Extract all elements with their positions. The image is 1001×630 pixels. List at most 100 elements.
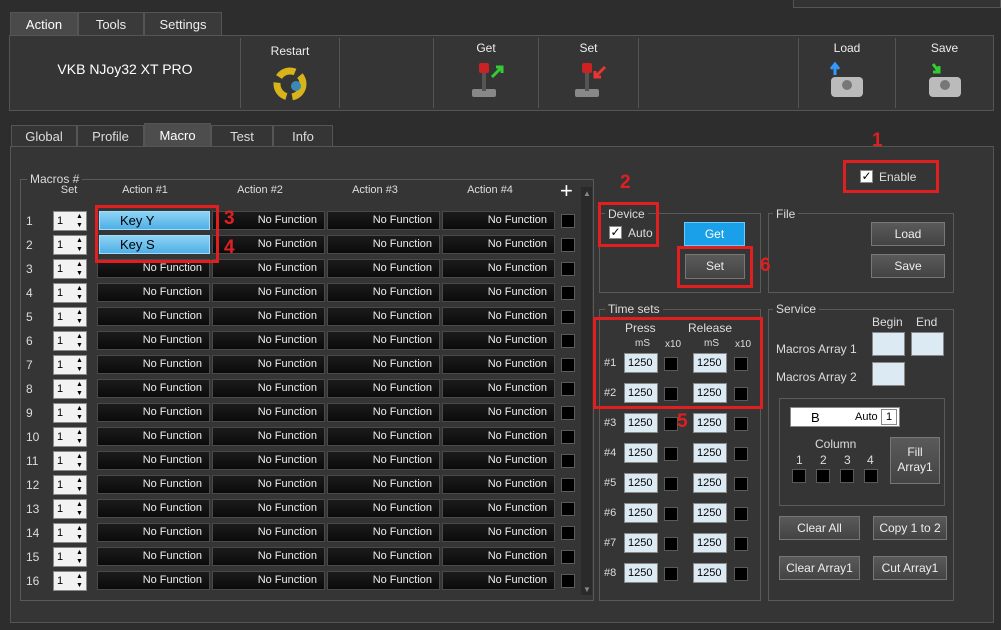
spin-down-icon[interactable]: ▼ [75,246,84,254]
macro-action-3-button[interactable]: No Function [327,355,440,374]
tab-global[interactable]: Global [11,125,77,147]
press-time-input[interactable]: 1250 [624,503,658,523]
macro-row-checkbox[interactable] [561,262,575,276]
macro-action-3-button[interactable]: No Function [327,211,440,230]
array2-begin-field[interactable] [872,362,905,386]
macro-set-spinner[interactable]: 1 ▲ ▼ [53,475,87,495]
macro-row-checkbox[interactable] [561,430,575,444]
macro-action-3-button[interactable]: No Function [327,307,440,326]
macro-action-2-button[interactable]: No Function [212,259,325,278]
macro-set-spinner[interactable]: 1 ▲ ▼ [53,211,87,231]
macro-row-checkbox[interactable] [561,550,575,564]
spin-up-icon[interactable]: ▲ [75,573,84,581]
spin-down-icon[interactable]: ▼ [75,270,84,278]
column-3-checkbox[interactable] [840,469,854,483]
macro-row-checkbox[interactable] [561,334,575,348]
tab-settings[interactable]: Settings [144,12,222,36]
macro-action-4-button[interactable]: No Function [442,283,555,302]
macro-action-1-button[interactable]: No Function [97,571,210,590]
macro-action-3-button[interactable]: No Function [327,259,440,278]
add-macro-button[interactable]: + [560,180,573,202]
macro-action-3-button[interactable]: No Function [327,547,440,566]
macro-action-1-button[interactable]: No Function [97,379,210,398]
release-time-input[interactable]: 1250 [693,413,727,433]
macro-action-3-button[interactable]: No Function [327,571,440,590]
spin-up-icon[interactable]: ▲ [75,333,84,341]
macro-action-3-button[interactable]: No Function [327,379,440,398]
macro-action-2-button[interactable]: No Function [212,499,325,518]
macro-action-3-button[interactable]: No Function [327,283,440,302]
set-joystick-icon[interactable] [569,61,609,99]
spin-down-icon[interactable]: ▼ [75,342,84,350]
macro-set-spinner[interactable]: 1 ▲ ▼ [53,307,87,327]
macro-action-3-button[interactable]: No Function [327,451,440,470]
macro-row-checkbox[interactable] [561,286,575,300]
macro-set-spinner[interactable]: 1 ▲ ▼ [53,547,87,567]
spin-up-icon[interactable]: ▲ [75,549,84,557]
macros-scrollbar[interactable] [581,187,592,595]
spin-up-icon[interactable]: ▲ [75,381,84,389]
macro-row-checkbox[interactable] [561,526,575,540]
macro-action-2-button[interactable]: No Function [212,355,325,374]
press-x10-checkbox[interactable] [664,567,678,581]
clear-all-button[interactable]: Clear All [779,516,860,540]
macro-set-spinner[interactable]: 1 ▲ ▼ [53,355,87,375]
press-time-input[interactable]: 1250 [624,443,658,463]
spin-up-icon[interactable]: ▲ [75,237,84,245]
spin-down-icon[interactable]: ▼ [75,438,84,446]
cut-array1-button[interactable]: Cut Array1 [873,556,947,580]
macro-action-4-button[interactable]: No Function [442,523,555,542]
macro-action-3-button[interactable]: No Function [327,235,440,254]
load-disk-icon[interactable] [827,61,867,99]
macro-action-1-button[interactable]: No Function [97,523,210,542]
macro-set-spinner[interactable]: 1 ▲ ▼ [53,451,87,471]
spin-up-icon[interactable]: ▲ [75,213,84,221]
macro-action-3-button[interactable]: No Function [327,499,440,518]
spin-down-icon[interactable]: ▼ [75,414,84,422]
spin-up-icon[interactable]: ▲ [75,477,84,485]
macro-action-4-button[interactable]: No Function [442,571,555,590]
restart-icon[interactable] [270,64,310,102]
macro-row-checkbox[interactable] [561,574,575,588]
macro-action-4-button[interactable]: No Function [442,499,555,518]
get-joystick-icon[interactable] [466,61,506,99]
macro-row-checkbox[interactable] [561,454,575,468]
spin-down-icon[interactable]: ▼ [75,558,84,566]
set-section[interactable]: Set [539,38,639,108]
macro-action-3-button[interactable]: No Function [327,427,440,446]
press-time-input[interactable]: 1250 [624,473,658,493]
press-x10-checkbox[interactable] [664,477,678,491]
fill-array1-button[interactable]: Fill Array1 [890,437,940,484]
file-save-button[interactable]: Save [871,254,945,278]
macro-action-4-button[interactable]: No Function [442,211,555,230]
get-section[interactable]: Get [433,38,539,108]
macro-action-1-button[interactable]: No Function [97,355,210,374]
release-time-input[interactable]: 1250 [693,473,727,493]
macro-set-spinner[interactable]: 1 ▲ ▼ [53,403,87,423]
macro-row-checkbox[interactable] [561,478,575,492]
device-get-button[interactable]: Get [684,222,745,246]
macro-action-3-button[interactable]: No Function [327,523,440,542]
macro-set-spinner[interactable]: 1 ▲ ▼ [53,427,87,447]
macro-action-4-button[interactable]: No Function [442,427,555,446]
press-x10-checkbox[interactable] [664,507,678,521]
tab-tools[interactable]: Tools [78,12,144,36]
macro-action-2-button[interactable]: No Function [212,547,325,566]
load-section[interactable]: Load [798,38,896,108]
macro-action-2-button[interactable]: No Function [212,427,325,446]
array1-begin-field[interactable] [872,332,905,356]
file-load-button[interactable]: Load [871,222,945,246]
macro-action-1-button[interactable]: No Function [97,499,210,518]
spin-down-icon[interactable]: ▼ [75,582,84,590]
restart-section[interactable]: Restart [240,38,340,108]
column-2-checkbox[interactable] [816,469,830,483]
press-time-input[interactable]: 1250 [624,413,658,433]
press-time-input[interactable]: 1250 [624,533,658,553]
macro-action-1-button[interactable]: No Function [97,331,210,350]
macro-action-2-button[interactable]: No Function [212,307,325,326]
press-x10-checkbox[interactable] [664,537,678,551]
macro-action-4-button[interactable]: No Function [442,451,555,470]
macro-action-2-button[interactable]: No Function [212,571,325,590]
tab-info[interactable]: Info [273,125,333,147]
macro-action-1-button[interactable]: No Function [97,451,210,470]
